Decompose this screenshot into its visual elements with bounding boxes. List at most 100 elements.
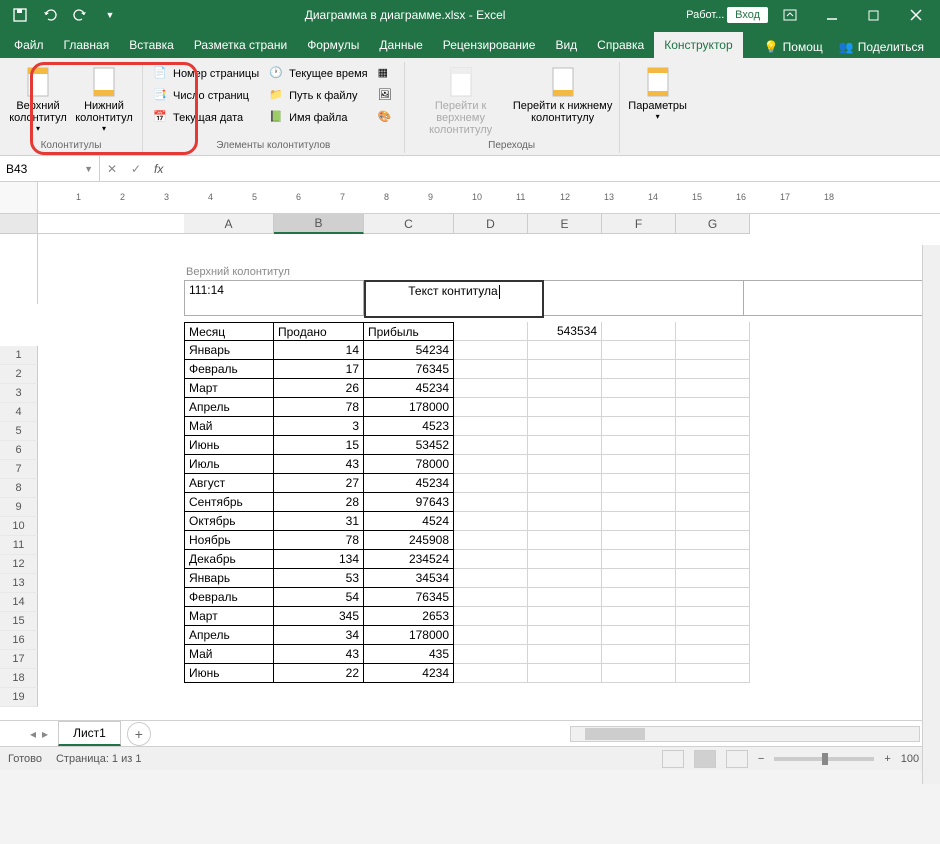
cell[interactable] — [676, 645, 750, 664]
table-cell[interactable]: 76345 — [364, 588, 454, 607]
row-header[interactable]: 3 — [0, 384, 38, 403]
tab-review[interactable]: Рецензирование — [433, 32, 546, 58]
header-right-section[interactable] — [544, 281, 744, 315]
header-left-section[interactable]: 111:14 — [184, 281, 364, 315]
cell[interactable] — [676, 493, 750, 512]
cell[interactable] — [676, 436, 750, 455]
cell[interactable] — [454, 474, 528, 493]
table-header-cell[interactable]: Месяц — [184, 322, 274, 341]
cell[interactable] — [528, 474, 602, 493]
save-icon[interactable] — [8, 3, 32, 27]
cell[interactable] — [454, 531, 528, 550]
cell[interactable] — [602, 531, 676, 550]
table-cell[interactable]: Декабрь — [184, 550, 274, 569]
table-cell[interactable]: 435 — [364, 645, 454, 664]
cell[interactable] — [602, 626, 676, 645]
tab-home[interactable]: Главная — [54, 32, 120, 58]
fx-icon[interactable]: fx — [148, 162, 169, 176]
cell[interactable] — [454, 322, 528, 341]
zoom-in-button[interactable]: + — [884, 753, 890, 765]
table-cell[interactable]: 54 — [274, 588, 364, 607]
row-header[interactable]: 9 — [0, 498, 38, 517]
cell[interactable] — [602, 455, 676, 474]
cell[interactable] — [602, 417, 676, 436]
cell[interactable] — [602, 360, 676, 379]
row-header[interactable]: 19 — [0, 688, 38, 707]
format-picture-button[interactable]: 🎨 — [374, 108, 398, 128]
table-header-cell[interactable]: Продано — [274, 322, 364, 341]
table-cell[interactable]: 43 — [274, 645, 364, 664]
cell[interactable] — [676, 607, 750, 626]
table-cell[interactable]: 4234 — [364, 664, 454, 683]
zoom-out-button[interactable]: − — [758, 753, 764, 765]
cell[interactable] — [528, 417, 602, 436]
cell[interactable] — [454, 341, 528, 360]
column-header[interactable]: D — [454, 214, 528, 234]
table-cell[interactable]: 53452 — [364, 436, 454, 455]
row-header[interactable]: 1 — [0, 346, 38, 365]
column-header[interactable]: G — [676, 214, 750, 234]
table-cell[interactable]: 4523 — [364, 417, 454, 436]
cell[interactable] — [454, 379, 528, 398]
cell[interactable] — [454, 417, 528, 436]
table-cell[interactable]: Март — [184, 607, 274, 626]
row-header[interactable]: 5 — [0, 422, 38, 441]
cell[interactable] — [528, 626, 602, 645]
tab-insert[interactable]: Вставка — [119, 32, 184, 58]
redo-icon[interactable] — [68, 3, 92, 27]
table-cell[interactable]: 234524 — [364, 550, 454, 569]
grid[interactable]: ABCDEFG Верхний колонтитул 111:14 Текст … — [38, 214, 940, 720]
picture-button[interactable]: 🖼 — [374, 86, 398, 106]
table-cell[interactable]: 15 — [274, 436, 364, 455]
table-cell[interactable]: 3 — [274, 417, 364, 436]
table-cell[interactable]: Август — [184, 474, 274, 493]
table-cell[interactable]: 43 — [274, 455, 364, 474]
table-cell[interactable]: 26 — [274, 379, 364, 398]
cell[interactable] — [602, 664, 676, 683]
table-cell[interactable]: Январь — [184, 341, 274, 360]
file-path-button[interactable]: 📁Путь к файлу — [265, 86, 371, 106]
row-header[interactable]: 18 — [0, 669, 38, 688]
header-dropdown[interactable]: Верхний колонтитул ▾ — [6, 62, 70, 138]
cell[interactable] — [454, 645, 528, 664]
sheet-nav-prev-icon[interactable]: ◂ — [30, 727, 42, 741]
cell[interactable] — [528, 664, 602, 683]
options-button[interactable]: Параметры ▾ — [626, 62, 690, 138]
current-date-button[interactable]: 📅Текущая дата — [149, 108, 263, 128]
cell[interactable] — [602, 550, 676, 569]
tab-file[interactable]: Файл — [4, 32, 54, 58]
table-cell[interactable]: 27 — [274, 474, 364, 493]
cell[interactable] — [454, 512, 528, 531]
table-cell[interactable]: 22 — [274, 664, 364, 683]
column-header[interactable]: C — [364, 214, 454, 234]
table-cell[interactable]: Февраль — [184, 360, 274, 379]
row-header[interactable]: 8 — [0, 479, 38, 498]
cell[interactable] — [676, 417, 750, 436]
column-header[interactable]: A — [184, 214, 274, 234]
cell[interactable] — [528, 436, 602, 455]
normal-view-icon[interactable] — [662, 750, 684, 768]
qat-customize-icon[interactable]: ▼ — [98, 3, 122, 27]
cell[interactable] — [454, 626, 528, 645]
share-button[interactable]: 👥Поделиться — [831, 36, 932, 58]
maximize-button[interactable] — [854, 3, 894, 27]
row-header[interactable]: 10 — [0, 517, 38, 536]
table-cell[interactable]: 178000 — [364, 398, 454, 417]
cell[interactable] — [528, 607, 602, 626]
table-cell[interactable]: Июль — [184, 455, 274, 474]
cell[interactable] — [676, 379, 750, 398]
table-cell[interactable]: Март — [184, 379, 274, 398]
cell[interactable] — [602, 607, 676, 626]
file-name-button[interactable]: 📗Имя файла — [265, 108, 371, 128]
cell[interactable] — [676, 588, 750, 607]
table-cell[interactable]: 178000 — [364, 626, 454, 645]
cell[interactable] — [602, 379, 676, 398]
name-box[interactable]: B43▼ — [0, 156, 100, 181]
table-cell[interactable]: Июнь — [184, 436, 274, 455]
row-header[interactable]: 12 — [0, 555, 38, 574]
cell[interactable] — [602, 322, 676, 341]
cell[interactable] — [676, 474, 750, 493]
formula-input[interactable] — [169, 162, 940, 176]
tab-data[interactable]: Данные — [369, 32, 432, 58]
table-cell[interactable]: Апрель — [184, 398, 274, 417]
